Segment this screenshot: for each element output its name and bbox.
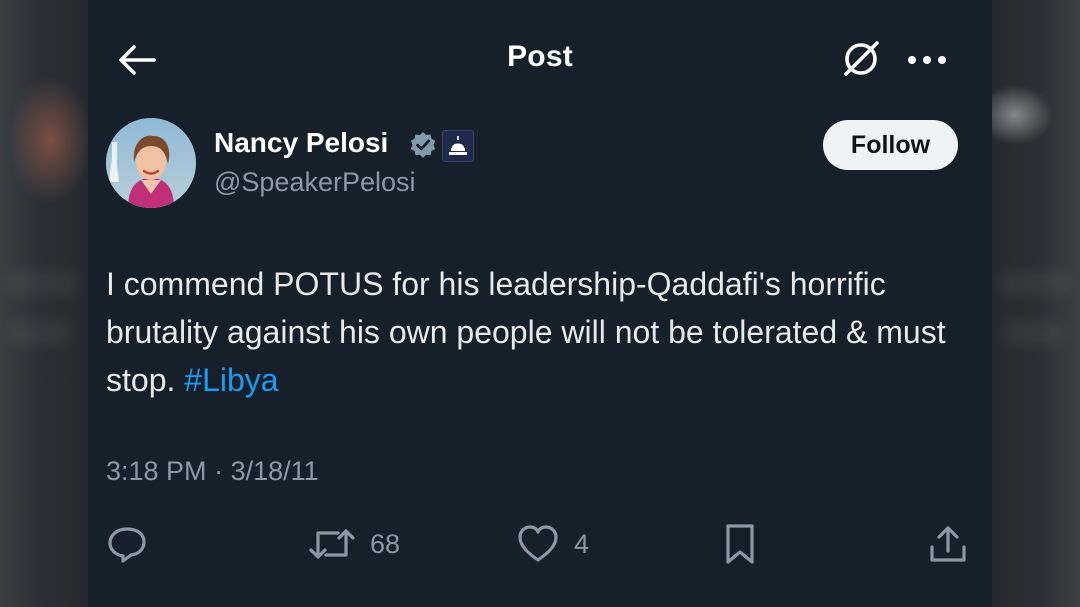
backdrop-band: [1000, 270, 1070, 296]
us-capitol-icon[interactable]: [442, 130, 474, 162]
retweet-count: 68: [370, 528, 401, 559]
bookmark-button[interactable]: [722, 520, 758, 568]
avatar[interactable]: [106, 118, 196, 208]
tweet-time: 3:18 PM: [106, 456, 207, 486]
like-count: 4: [574, 528, 590, 559]
backdrop-band: [10, 320, 70, 346]
profile-photo-icon: [106, 118, 196, 208]
grok-icon: [844, 41, 879, 76]
grok-button[interactable]: [838, 36, 884, 82]
more-options-button[interactable]: [902, 40, 952, 80]
backdrop-band: [8, 270, 78, 296]
top-bar: Post: [88, 0, 992, 110]
meta-separator: ·: [214, 456, 224, 486]
bookmark-icon: [726, 524, 754, 564]
tweet-text: I commend POTUS for his leadership-Qadda…: [106, 260, 976, 404]
capitol-dome-svg: [449, 136, 467, 155]
follow-button[interactable]: Follow: [823, 120, 958, 170]
share-button[interactable]: [928, 520, 968, 568]
tweet-date: 3/18/11: [230, 456, 319, 486]
heart-icon: [518, 525, 558, 562]
reply-button[interactable]: [106, 520, 148, 568]
share-icon: [930, 526, 966, 562]
hashtag-link[interactable]: #Libya: [184, 362, 278, 398]
reply-icon: [108, 527, 146, 563]
more-dots-icon: [908, 56, 946, 64]
retweet-icon: [309, 529, 355, 559]
author-name[interactable]: Nancy Pelosi: [214, 127, 388, 159]
tweet-timestamp[interactable]: 3:18 PM · 3/18/11: [106, 456, 319, 487]
like-button[interactable]: 4: [516, 520, 589, 568]
author-handle[interactable]: @SpeakerPelosi: [214, 167, 416, 198]
post-view: Post Nancy Pelosi @SpeakerPelosi Follow …: [88, 0, 992, 607]
retweet-button[interactable]: 68: [308, 520, 400, 568]
verified-badge-icon[interactable]: [409, 131, 437, 159]
backdrop-band: [1004, 320, 1064, 346]
verified-badge-svg: [410, 132, 436, 158]
